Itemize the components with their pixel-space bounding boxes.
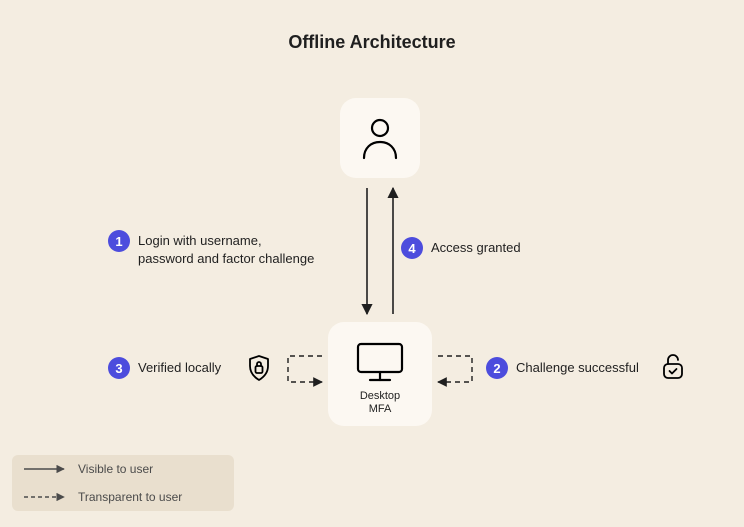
legend-solid-line-icon bbox=[12, 459, 72, 479]
step-1-label: Login with username, password and factor… bbox=[138, 232, 348, 268]
step-1-badge: 1 bbox=[108, 230, 130, 252]
edges-layer bbox=[0, 0, 744, 527]
lock-check-icon bbox=[660, 352, 686, 387]
legend-dashed-line-icon bbox=[12, 487, 72, 507]
node-user bbox=[340, 98, 420, 178]
diagram-title: Offline Architecture bbox=[0, 32, 744, 53]
legend-visible-label: Visible to user bbox=[72, 462, 153, 476]
legend-transparent-label: Transparent to user bbox=[72, 490, 182, 504]
edge-challenge-successful bbox=[438, 356, 472, 382]
step-4-label: Access granted bbox=[431, 239, 521, 257]
step-2-badge: 2 bbox=[486, 357, 508, 379]
monitor-icon bbox=[328, 340, 432, 384]
legend-visible-row: Visible to user bbox=[12, 455, 234, 483]
shield-lock-icon bbox=[246, 354, 272, 387]
edge-verified-locally bbox=[288, 356, 322, 382]
user-icon bbox=[340, 114, 420, 162]
step-4-badge: 4 bbox=[401, 237, 423, 259]
legend: Visible to user Transparent to user bbox=[12, 455, 234, 511]
step-3-badge: 3 bbox=[108, 357, 130, 379]
node-desktop-mfa: Desktop MFA bbox=[328, 322, 432, 426]
legend-transparent-row: Transparent to user bbox=[12, 483, 234, 511]
node-desktop-label: Desktop MFA bbox=[328, 390, 432, 416]
step-2-label: Challenge successful bbox=[516, 359, 639, 377]
step-3-label: Verified locally bbox=[138, 359, 221, 377]
